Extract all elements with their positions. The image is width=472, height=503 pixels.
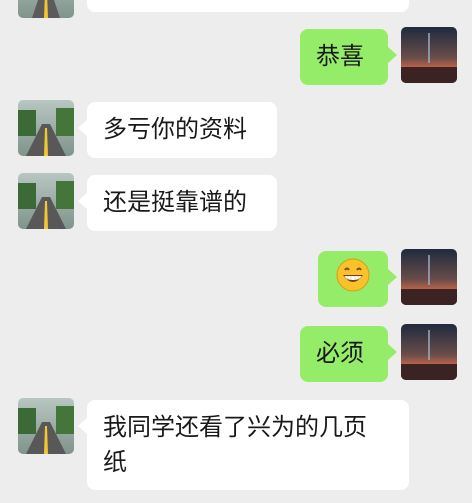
contact-avatar[interactable] (18, 173, 74, 229)
message-bubble-incoming[interactable]: 我同学还看了兴为的几页 纸 (78, 400, 409, 490)
message-bubble-outgoing[interactable]: 恭喜 (300, 29, 397, 85)
message-text-line: 纸 (103, 448, 127, 476)
message-text: 必须 (316, 339, 364, 367)
message-bubble-incoming[interactable]: 多亏你的资料 (78, 102, 277, 158)
message-text: 多亏你的资料 (103, 115, 247, 143)
self-avatar[interactable] (401, 27, 457, 83)
self-avatar[interactable] (401, 324, 457, 380)
message-bubble-incoming[interactable] (87, 0, 409, 12)
message-text: 还是挺靠谱的 (103, 188, 247, 216)
message-bubble-outgoing[interactable] (318, 251, 397, 307)
self-avatar[interactable] (401, 249, 457, 305)
message-bubble-outgoing[interactable]: 必须 (300, 326, 397, 382)
message-text: 恭喜 (316, 42, 364, 70)
contact-avatar[interactable] (18, 100, 74, 156)
message-bubble-incoming[interactable]: 还是挺靠谱的 (78, 175, 277, 231)
message-text-line: 我同学还看了兴为的几页 (103, 413, 367, 441)
contact-avatar[interactable] (18, 0, 74, 18)
grinning-face-emoji-icon (336, 258, 370, 301)
contact-avatar[interactable] (18, 398, 74, 454)
